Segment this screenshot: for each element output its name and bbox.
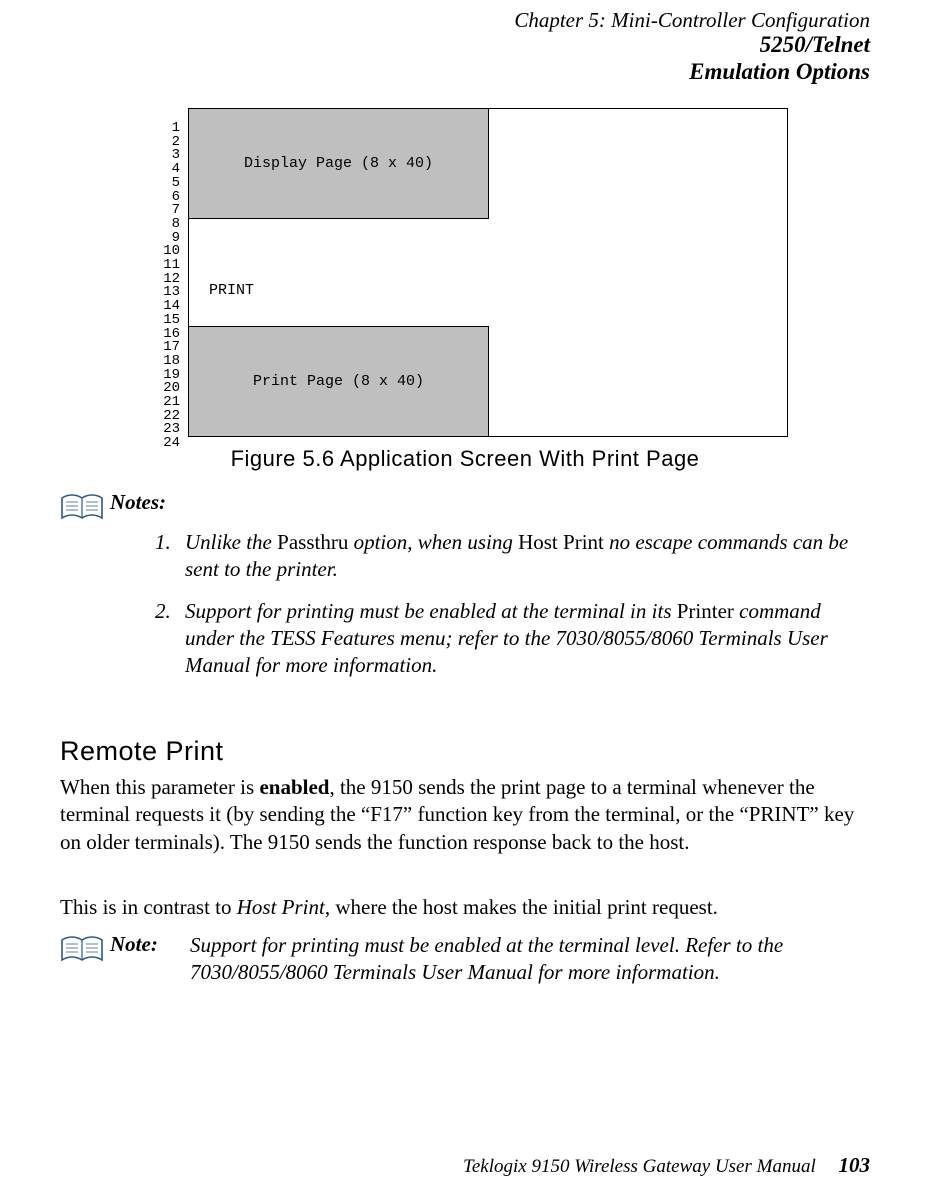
note-item-1: 1. Unlike the Passthru option, when usin…	[155, 529, 870, 584]
p1-a: When this parameter is	[60, 775, 259, 799]
note-label: Note:	[110, 932, 158, 957]
book-icon	[60, 934, 104, 966]
note-1-text-a: Unlike the	[185, 530, 277, 554]
page-header: Chapter 5: Mini-Controller Configuration…	[514, 8, 870, 85]
print-page-box: Print Page (8 x 40)	[189, 326, 489, 436]
p2-c: , where the host makes the initial print…	[325, 895, 718, 919]
p2-a: This is in contrast to	[60, 895, 237, 919]
book-icon	[60, 492, 104, 524]
footer-page-number: 103	[839, 1153, 871, 1177]
display-page-box: Display Page (8 x 40)	[189, 109, 489, 219]
note-1-hostprint: Host Print	[518, 530, 604, 554]
note-text: Support for printing must be enabled at …	[190, 932, 870, 987]
note-block: Note: Support for printing must be enabl…	[60, 932, 870, 987]
header-topic-2: Emulation Options	[514, 59, 870, 85]
note-2-text-a: Support for printing must be enabled at …	[185, 599, 677, 623]
page: Chapter 5: Mini-Controller Configuration…	[0, 0, 930, 1198]
footer-title: Teklogix 9150 Wireless Gateway User Manu…	[463, 1156, 816, 1177]
page-footer: Teklogix 9150 Wireless Gateway User Manu…	[463, 1153, 870, 1178]
notes-label: Notes:	[110, 490, 870, 515]
display-page-label: Display Page (8 x 40)	[244, 155, 433, 172]
p2-hostprint: Host Print	[237, 895, 325, 919]
header-chapter: Chapter 5: Mini-Controller Configuration	[514, 8, 870, 32]
p1-enabled: enabled	[259, 775, 329, 799]
notes-list: 1. Unlike the Passthru option, when usin…	[155, 529, 870, 679]
figure-diagram: 1 2 3 4 5 6 7 8 9 10 11 12 13 14 15 16 1…	[140, 108, 790, 438]
paragraph-1: When this parameter is enabled, the 9150…	[60, 774, 870, 856]
notes-block: Notes: 1. Unlike the Passthru option, wh…	[60, 490, 870, 693]
paragraph-2: This is in contrast to Host Print, where…	[60, 894, 870, 921]
screen-outline: Display Page (8 x 40) PRINT Print Page (…	[188, 108, 788, 437]
note-2-printer: Printer	[677, 599, 734, 623]
section-heading-remote-print: Remote Print	[60, 736, 224, 767]
print-page-label: Print Page (8 x 40)	[253, 373, 424, 390]
note-1-number: 1.	[155, 529, 171, 556]
figure-caption: Figure 5.6 Application Screen With Print…	[0, 446, 930, 472]
note-2-number: 2.	[155, 598, 171, 625]
note-1-passthru: Passthru	[277, 530, 348, 554]
note-item-2: 2. Support for printing must be enabled …	[155, 598, 870, 680]
row-numbers: 1 2 3 4 5 6 7 8 9 10 11 12 13 14 15 16 1…	[140, 122, 180, 451]
print-keyword: PRINT	[209, 282, 254, 299]
note-1-text-c: option, when using	[348, 530, 518, 554]
header-topic-1: 5250/Telnet	[514, 32, 870, 58]
